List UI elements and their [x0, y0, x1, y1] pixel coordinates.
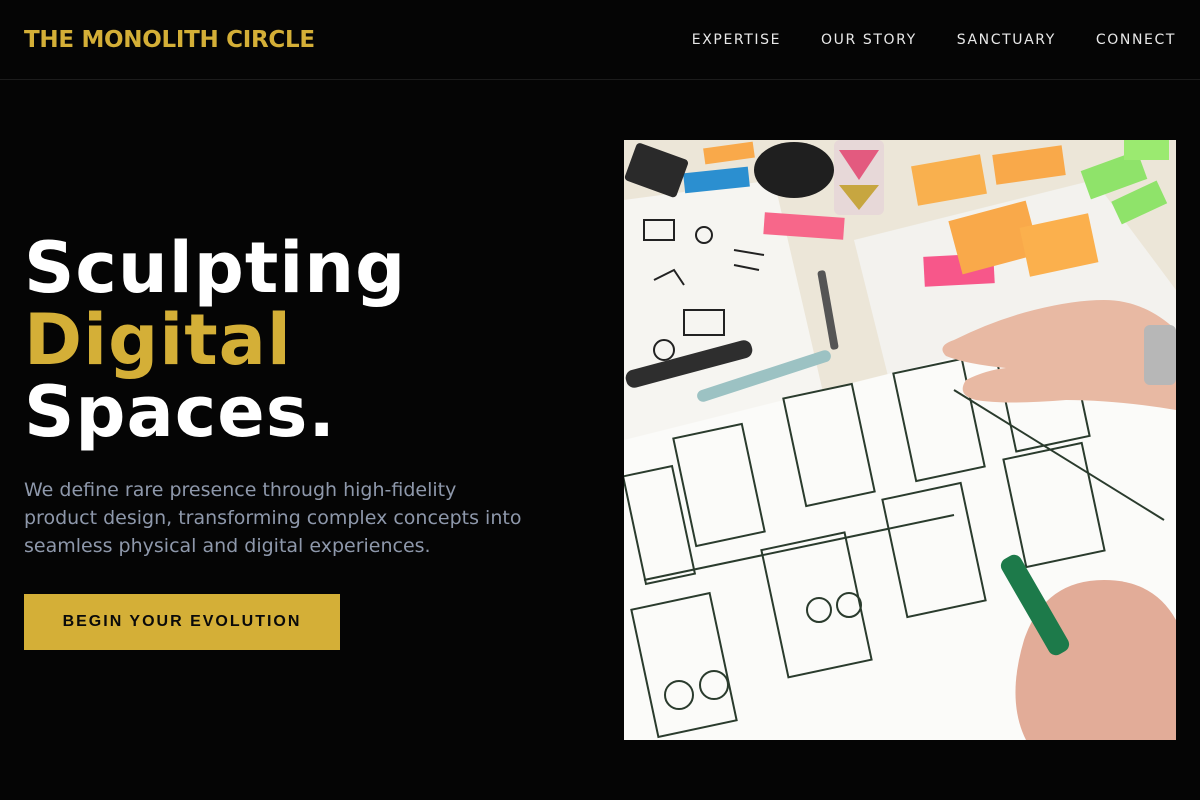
- site-header: THE MONOLITH CIRCLE EXPERTISE OUR STORY …: [0, 0, 1200, 80]
- hero-description: We define rare presence through high-fid…: [24, 479, 522, 557]
- nav-expertise[interactable]: EXPERTISE: [692, 32, 781, 48]
- hero-headline: Sculpting Digital Spaces.: [24, 232, 584, 448]
- wireframe-photo-illustration: [624, 140, 1176, 740]
- nav-our-story[interactable]: OUR STORY: [821, 32, 917, 48]
- brand-logo[interactable]: THE MONOLITH CIRCLE: [24, 27, 315, 53]
- headline-line-1: Sculpting: [24, 227, 407, 309]
- headline-line-2-accent: Digital: [24, 299, 292, 381]
- headline-line-3: Spaces.: [24, 371, 336, 453]
- main-nav: EXPERTISE OUR STORY SANCTUARY CONNECT: [692, 32, 1176, 48]
- begin-evolution-button[interactable]: BEGIN YOUR EVOLUTION: [24, 594, 340, 650]
- nav-sanctuary[interactable]: SANCTUARY: [957, 32, 1056, 48]
- hero-section: Sculpting Digital Spaces. We define rare…: [24, 232, 584, 650]
- nav-connect[interactable]: CONNECT: [1096, 32, 1176, 48]
- hero-image-wireframe-sketches: [624, 140, 1176, 740]
